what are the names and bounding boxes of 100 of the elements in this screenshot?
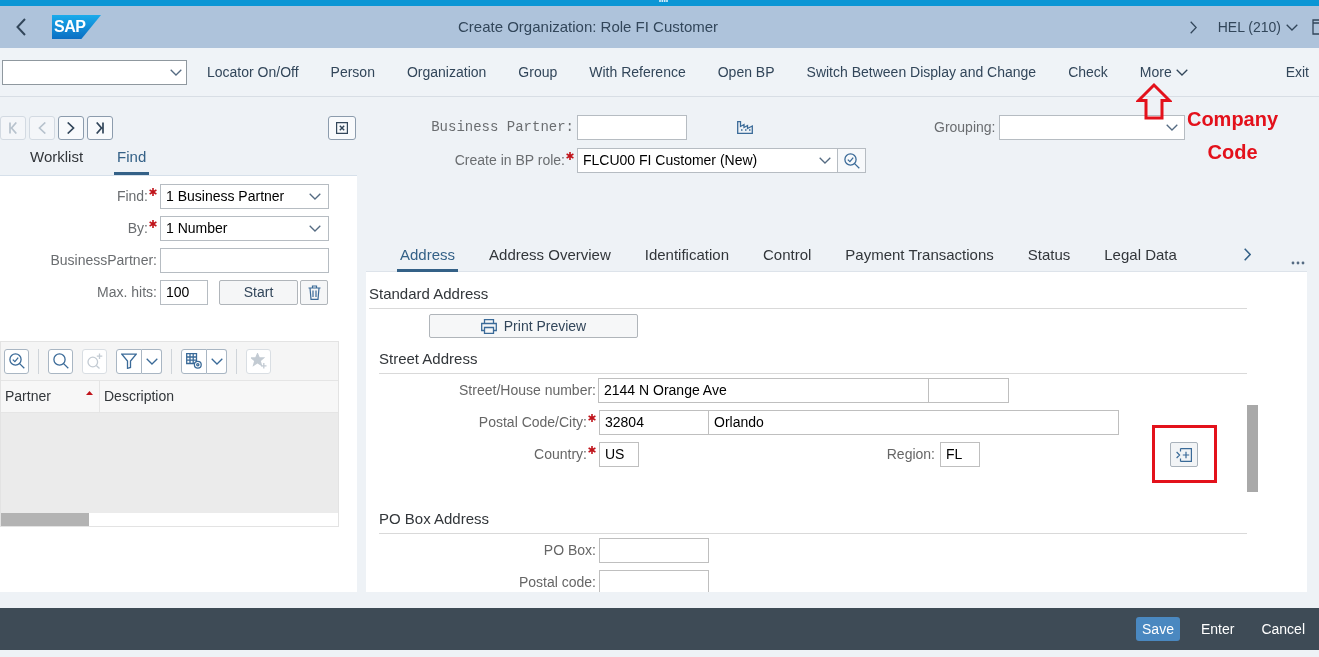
field-label: PO Box:: [543, 541, 596, 560]
search-icon: [52, 353, 69, 369]
toolbar-button[interactable]: Locator On/Off: [201, 57, 305, 87]
input-field[interactable]: [160, 248, 329, 273]
input-field[interactable]: [577, 115, 687, 140]
chevron-right-icon: [1190, 20, 1198, 34]
filter-icon: [121, 353, 137, 369]
toolbar-button[interactable]: Check: [1062, 57, 1114, 87]
city-field[interactable]: Orlando: [709, 410, 1119, 435]
primary-button[interactable]: Save: [1136, 617, 1180, 641]
caret-icon: [210, 357, 223, 365]
chevron-down-icon: [819, 157, 831, 164]
dropdown-field[interactable]: 1 Number: [160, 216, 329, 241]
caret-icon: [145, 357, 158, 365]
factory-icon[interactable]: [737, 121, 753, 134]
toolbar-button[interactable]: With Reference: [583, 57, 692, 87]
region-field[interactable]: FL: [940, 442, 980, 467]
section-title: Standard Address: [369, 285, 489, 302]
details-button[interactable]: [4, 348, 29, 374]
max-hits-field[interactable]: 100: [160, 280, 208, 305]
footer-button[interactable]: Enter: [1194, 617, 1241, 641]
tab[interactable]: Control: [760, 240, 815, 272]
dropdown-field[interactable]: FLCU00 FI Customer (New): [577, 148, 838, 173]
field-label: Create in BP role:: [454, 151, 565, 170]
tab[interactable]: Identification: [641, 240, 732, 272]
caret-icon: [1286, 23, 1298, 31]
column-header[interactable]: Partner: [5, 381, 51, 412]
printer-icon: [480, 318, 497, 334]
previous-icon: [38, 122, 46, 134]
window-title: Create Organization: Role FI Customer: [458, 16, 719, 37]
toolbar-button[interactable]: Organization: [400, 57, 493, 87]
search-button[interactable]: [48, 348, 73, 374]
next-icon: [67, 122, 75, 134]
street-field[interactable]: 2144 N Orange Ave: [598, 378, 929, 403]
box-plus-icon: [1176, 447, 1192, 462]
dropdown-field[interactable]: [999, 115, 1186, 140]
house-number-field[interactable]: [929, 378, 1009, 403]
input-field[interactable]: [599, 570, 709, 592]
column-header[interactable]: Description: [104, 381, 175, 412]
field-label: Postal Code/City:: [478, 413, 587, 432]
next-button[interactable]: [58, 116, 84, 140]
scrollbar-thumb[interactable]: [1247, 405, 1258, 492]
table-settings-button[interactable]: [181, 348, 207, 374]
toolbar-button[interactable]: Group: [512, 57, 564, 87]
system-menu[interactable]: HEL (210): [1217, 16, 1298, 38]
tab[interactable]: Worklist: [27, 142, 87, 175]
chevron-down-icon: [170, 68, 182, 76]
field-label: By:: [127, 219, 148, 238]
section-title: Street Address: [379, 350, 478, 367]
tab[interactable]: Address Overview: [486, 240, 614, 272]
scrollbar-thumb[interactable]: [1, 513, 89, 526]
value-help-button[interactable]: [838, 148, 866, 173]
country-field[interactable]: US: [599, 442, 639, 467]
logo: SAP: [52, 15, 101, 39]
chevron-down-icon: [309, 225, 321, 232]
close-icon: [336, 122, 348, 134]
close-button[interactable]: [328, 116, 356, 140]
field-label: Business Partner:: [430, 118, 574, 137]
tab[interactable]: Status: [1024, 240, 1074, 272]
annotation-note: Company Code: [1185, 107, 1280, 165]
zoom-in-icon: [86, 353, 103, 369]
filter-button[interactable]: [116, 348, 142, 374]
postal-code-field[interactable]: 32804: [599, 410, 709, 435]
chevron-right-icon: [1243, 248, 1251, 261]
print-preview-button[interactable]: Print Preview: [429, 314, 638, 338]
section-title: PO Box Address: [379, 510, 490, 527]
field-label: BusinessPartner:: [50, 251, 157, 270]
table-settings-icon: [186, 353, 202, 369]
field-label: Find:: [116, 187, 148, 206]
magnifier-check-icon: [843, 152, 860, 169]
chevron-down-icon: [309, 193, 321, 200]
expand-button[interactable]: [1170, 442, 1198, 467]
dropdown-field[interactable]: [2, 59, 187, 85]
dropdown-field[interactable]: 1 Business Partner: [160, 184, 329, 209]
last-page-icon: [96, 122, 104, 134]
trash-icon: [307, 285, 321, 300]
input-field[interactable]: [599, 538, 709, 563]
chevron-down-icon: [1166, 124, 1179, 131]
field-label: Max. hits:: [97, 283, 157, 302]
toolbar-button[interactable]: Person: [324, 57, 381, 87]
start-button[interactable]: Start: [219, 280, 298, 305]
last-page-button[interactable]: [87, 116, 113, 140]
field-label: Grouping:: [934, 118, 996, 137]
field-label: Country:: [534, 445, 587, 464]
more-button[interactable]: [1291, 260, 1305, 265]
star-plus-icon: [250, 353, 267, 369]
back-icon: [16, 18, 26, 36]
tab[interactable]: Payment Transactions: [842, 240, 997, 272]
footer-button[interactable]: Cancel: [1255, 617, 1311, 641]
menu-button[interactable]: More: [1133, 57, 1194, 87]
toolbar-button[interactable]: Open BP: [711, 57, 781, 87]
field-label: Region:: [886, 445, 935, 464]
magnifier-check-icon: [8, 353, 25, 369]
toolbar-button[interactable]: Switch Between Display and Change: [800, 57, 1043, 87]
tab[interactable]: Legal Data: [1101, 240, 1180, 272]
exit-button[interactable]: Exit: [1279, 57, 1315, 87]
first-page-icon: [9, 122, 17, 134]
field-label: Postal code:: [518, 573, 596, 592]
more-icon: [1291, 260, 1305, 265]
delete-button[interactable]: [300, 280, 328, 305]
